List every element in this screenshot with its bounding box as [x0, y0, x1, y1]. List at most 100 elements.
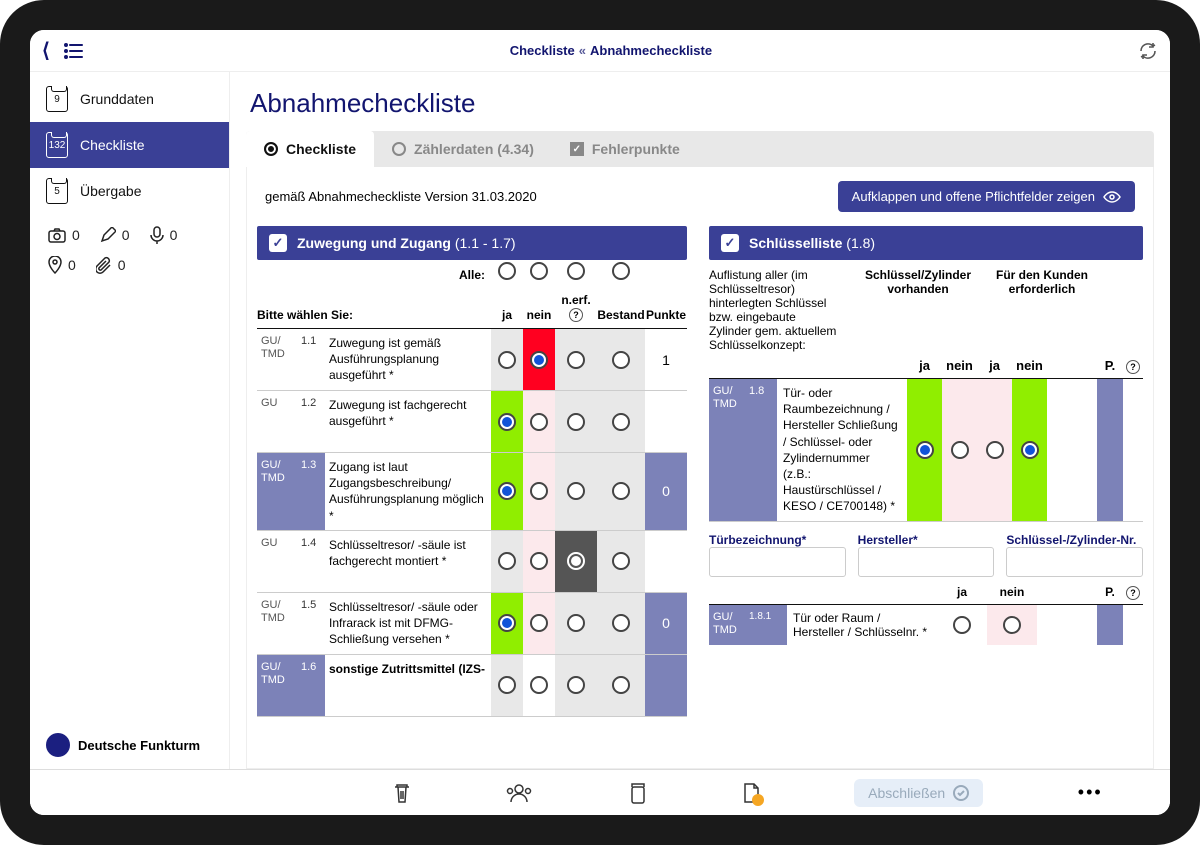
- nerf-radio[interactable]: [567, 552, 585, 570]
- alle-ja-radio[interactable]: [498, 262, 516, 280]
- radio-icon: [264, 142, 278, 156]
- row-text: sonstige Zutrittsmittel (IZS-: [325, 655, 491, 716]
- tuerbezeichnung-input[interactable]: [709, 547, 846, 577]
- check-icon: ✓: [570, 142, 584, 156]
- row-tag: GU/TMD: [257, 453, 299, 530]
- back-button[interactable]: ⟨: [42, 38, 50, 63]
- ja-radio[interactable]: [916, 441, 934, 459]
- bestand-radio[interactable]: [612, 614, 630, 632]
- nerf-radio[interactable]: [567, 482, 585, 500]
- ja-radio[interactable]: [498, 552, 516, 570]
- nein-radio[interactable]: [530, 482, 548, 500]
- table-header: Bitte wählen Sie: ja nein n.erf.? Bestan…: [257, 282, 687, 329]
- row-num: 1.3: [299, 453, 325, 530]
- row-num: 1.2: [299, 391, 325, 452]
- ja-radio[interactable]: [953, 616, 971, 634]
- eye-icon: [1103, 191, 1121, 203]
- nerf-radio[interactable]: [567, 676, 585, 694]
- checkbox-icon: ✓: [721, 234, 739, 252]
- refresh-icon[interactable]: [1138, 41, 1158, 61]
- alle-nerf-radio[interactable]: [567, 262, 585, 280]
- points-cell: 0: [645, 453, 687, 530]
- camera-tool[interactable]: 0: [48, 226, 80, 244]
- nein-radio[interactable]: [530, 413, 548, 431]
- mic-tool[interactable]: 0: [150, 226, 178, 244]
- zylindernr-input[interactable]: [1006, 547, 1143, 577]
- nein-radio[interactable]: [530, 351, 548, 369]
- bestand-radio[interactable]: [612, 413, 630, 431]
- row-num: 1.6: [299, 655, 325, 716]
- help-icon[interactable]: ?: [1126, 360, 1140, 374]
- section-header[interactable]: ✓ Zuwegung und Zugang (1.1 - 1.7): [257, 226, 687, 260]
- nein-radio[interactable]: [1003, 616, 1021, 634]
- help-icon[interactable]: ?: [569, 308, 583, 322]
- ja-radio[interactable]: [498, 482, 516, 500]
- copy-icon[interactable]: [627, 782, 647, 804]
- points-cell: 0: [645, 593, 687, 654]
- nein-radio[interactable]: [530, 614, 548, 632]
- pen-tool[interactable]: 0: [100, 226, 130, 244]
- nein-radio[interactable]: [530, 676, 548, 694]
- bestand-radio[interactable]: [612, 351, 630, 369]
- ja-radio[interactable]: [498, 614, 516, 632]
- tab-zaehlerdaten[interactable]: Zählerdaten (4.34): [374, 131, 552, 167]
- nein-radio[interactable]: [530, 552, 548, 570]
- finish-button[interactable]: Abschließen: [854, 779, 983, 807]
- tuerbezeichnung-field: Türbezeichnung*: [709, 532, 846, 577]
- r-subheader: ja nein ja nein P. ?: [709, 356, 1143, 379]
- table-row: GU1.2Zuwegung ist fachgerecht ausgeführt…: [257, 391, 687, 453]
- nerf-radio[interactable]: [567, 413, 585, 431]
- nerf-radio[interactable]: [567, 614, 585, 632]
- clip-tool[interactable]: 0: [96, 256, 126, 274]
- sidebar-item-label: Grunddaten: [80, 91, 154, 107]
- bestand-radio[interactable]: [612, 552, 630, 570]
- table-row: GU1.4Schlüsseltresor/ -säule ist fachger…: [257, 531, 687, 593]
- row-text: Zuwegung ist fachgerecht ausgeführt *: [325, 391, 491, 452]
- ja2-radio[interactable]: [986, 441, 1004, 459]
- list-icon[interactable]: [64, 43, 84, 59]
- badge-icon: 9: [46, 86, 68, 112]
- people-icon[interactable]: [506, 783, 532, 803]
- nerf-radio[interactable]: [567, 351, 585, 369]
- expand-mandatory-button[interactable]: Aufklappen und offene Pflichtfelder zeig…: [838, 181, 1135, 212]
- nein-radio[interactable]: [951, 441, 969, 459]
- input-fields: Türbezeichnung* Hersteller* Schlüssel-/Z…: [709, 522, 1143, 581]
- alle-nein-radio[interactable]: [530, 262, 548, 280]
- sidebar-item-label: Übergabe: [80, 183, 142, 199]
- sidebar-item-checkliste[interactable]: 132 Checkliste: [30, 122, 229, 168]
- row-num: 1.5: [299, 593, 325, 654]
- version-note: gemäß Abnahmecheckliste Version 31.03.20…: [265, 189, 537, 204]
- ja-radio[interactable]: [498, 676, 516, 694]
- ja-radio[interactable]: [498, 413, 516, 431]
- tab-checkliste[interactable]: Checkliste: [246, 131, 374, 167]
- ja-radio[interactable]: [498, 351, 516, 369]
- more-icon[interactable]: •••: [1078, 782, 1103, 803]
- points-cell: [645, 391, 687, 452]
- trash-icon[interactable]: [392, 782, 412, 804]
- badge-icon: 5: [46, 178, 68, 204]
- bestand-radio[interactable]: [612, 676, 630, 694]
- pin-tool[interactable]: 0: [48, 256, 76, 274]
- panel-header: gemäß Abnahmecheckliste Version 31.03.20…: [247, 167, 1153, 226]
- row-text: Zuwegung ist gemäß Ausführungsplanung au…: [325, 329, 491, 390]
- section-header[interactable]: ✓ Schlüsselliste (1.8): [709, 226, 1143, 260]
- table-row: GU/ TMD 1.8 Tür- oder Raumbezeichnung / …: [709, 379, 1143, 522]
- hersteller-input[interactable]: [858, 547, 995, 577]
- document-warn-icon[interactable]: [742, 782, 760, 804]
- table-row: GU/TMD1.3Zugang ist laut Zugangsbeschrei…: [257, 453, 687, 531]
- brand-logo-icon: [46, 733, 70, 757]
- radio-icon: [392, 142, 406, 156]
- section-schluesselliste: ✓ Schlüsselliste (1.8) Auflistung aller …: [709, 226, 1143, 768]
- tabs: Checkliste Zählerdaten (4.34) ✓ Fehlerpu…: [246, 131, 1154, 167]
- help-icon[interactable]: ?: [1126, 586, 1140, 600]
- nein2-radio[interactable]: [1021, 441, 1039, 459]
- bestand-radio[interactable]: [612, 482, 630, 500]
- page-title: Abnahmecheckliste: [246, 82, 1154, 131]
- tab-fehlerpunkte[interactable]: ✓ Fehlerpunkte: [552, 131, 698, 167]
- sidebar-item-uebergabe[interactable]: 5 Übergabe: [30, 168, 229, 214]
- alle-bestand-radio[interactable]: [612, 262, 630, 280]
- sidebar-tools: 0 0 0 0 0: [30, 214, 229, 286]
- row-tag: GU/TMD: [257, 329, 299, 390]
- sidebar-item-grunddaten[interactable]: 9 Grunddaten: [30, 76, 229, 122]
- row-tag: GU: [257, 531, 299, 592]
